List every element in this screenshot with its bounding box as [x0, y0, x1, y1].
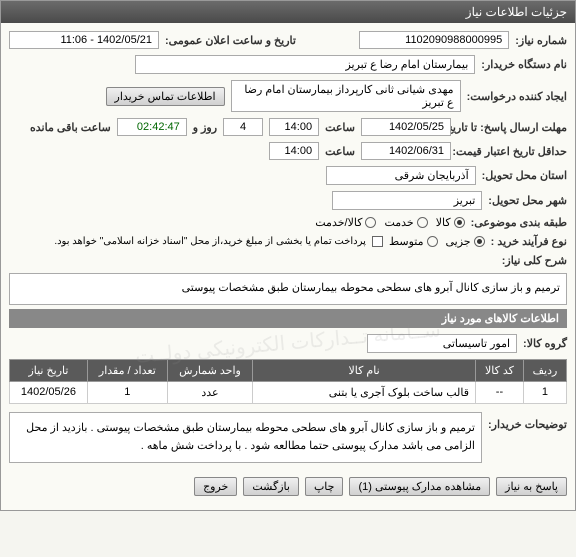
radio-dot-icon — [474, 236, 485, 247]
req-number-label: شماره نیاز: — [515, 34, 567, 47]
td-idx: 1 — [523, 381, 566, 403]
day-and-label: روز و — [193, 121, 217, 134]
td-qty: 1 — [87, 381, 167, 403]
deadline-label: مهلت ارسال پاسخ: تا تاریخ: — [457, 121, 567, 134]
th-unit: واحد شمارش — [167, 359, 252, 381]
buyer-org-field: بیمارستان امام رضا ع تبریز — [135, 55, 475, 74]
radio-partial[interactable]: جزیی — [446, 235, 485, 248]
attachments-button[interactable]: مشاهده مدارک پیوستی (1) — [349, 477, 490, 496]
validity-date-field: 1402/06/31 — [361, 142, 451, 160]
respond-button[interactable]: پاسخ به نیاز — [496, 477, 567, 496]
group-label: گروه کالا: — [523, 337, 567, 350]
items-section-header: اطلاعات کالاهای مورد نیاز — [9, 309, 567, 328]
td-name: قالب ساخت بلوک آجری یا بتنی — [253, 381, 476, 403]
req-number-field: 1102090988000995 — [359, 31, 509, 49]
general-desc-label: شرح کلی نیاز: — [502, 254, 567, 267]
th-qty: تعداد / مقدار — [87, 359, 167, 381]
th-date: تاریخ نیاز — [10, 359, 88, 381]
th-code: کد کالا — [475, 359, 523, 381]
content-area: شماره نیاز: 1102090988000995 تاریخ و ساع… — [1, 23, 575, 510]
deadline-time-field: 14:00 — [269, 118, 319, 136]
announce-field: 1402/05/21 - 11:06 — [9, 31, 159, 49]
radio-kala-khadamat-label: کالا/خدمت — [315, 216, 362, 229]
city-field: تبریز — [332, 191, 482, 210]
group-field: امور تاسیساتی — [367, 334, 517, 353]
category-radio-group: کالا خدمت کالا/خدمت — [315, 216, 464, 229]
category-label: طبقه بندی موضوعی: — [471, 216, 567, 229]
details-window: جزئیات اطلاعات نیاز شماره نیاز: 11020909… — [0, 0, 576, 511]
exit-button[interactable]: خروج — [194, 477, 237, 496]
process-label: نوع فرآیند خرید : — [491, 235, 567, 248]
city-label: شهر محل تحویل: — [488, 194, 567, 207]
validity-label: حداقل تاریخ اعتبار قیمت: تا تاریخ: — [457, 145, 567, 158]
items-table: ردیف کد کالا نام کالا واحد شمارش تعداد /… — [9, 359, 567, 404]
radio-medium-label: متوسط — [389, 235, 424, 248]
radio-partial-label: جزیی — [446, 235, 471, 248]
days-left-field: 4 — [223, 118, 263, 136]
province-label: استان محل تحویل: — [482, 169, 567, 182]
general-desc-box: ترمیم و باز سازی کانال آبرو های سطحی محو… — [9, 273, 567, 305]
contact-info-button[interactable]: اطلاعات تماس خریدار — [106, 87, 225, 106]
announce-label: تاریخ و ساعت اعلان عمومی: — [165, 34, 296, 47]
td-unit: عدد — [167, 381, 252, 403]
creator-label: ایجاد کننده درخواست: — [467, 90, 567, 103]
table-header-row: ردیف کد کالا نام کالا واحد شمارش تعداد /… — [10, 359, 567, 381]
province-field: آذربایجان شرقی — [326, 166, 476, 185]
back-button[interactable]: بازگشت — [243, 477, 299, 496]
time-left-field: 02:42:47 — [117, 118, 187, 136]
process-radio-group: جزیی متوسط — [389, 235, 485, 248]
buyer-notes-box: ترمیم و باز سازی کانال آبرو های سطحی محو… — [9, 412, 482, 463]
th-name: نام کالا — [253, 359, 476, 381]
buyer-org-label: نام دستگاه خریدار: — [481, 58, 567, 71]
print-button[interactable]: چاپ — [305, 477, 344, 496]
radio-khadamat[interactable]: خدمت — [384, 216, 427, 229]
payment-checkbox[interactable] — [372, 236, 383, 247]
radio-dot-icon — [454, 217, 465, 228]
time-left-suffix: ساعت باقی مانده — [30, 121, 111, 134]
time-label-1: ساعت — [325, 121, 355, 134]
creator-field: مهدی شیانی ثانی کارپرداز بیمارستان امام … — [231, 80, 461, 112]
radio-khadamat-label: خدمت — [384, 216, 413, 229]
radio-kala[interactable]: کالا — [436, 216, 465, 229]
radio-dot-icon — [427, 236, 438, 247]
payment-note: پرداخت تمام یا بخشی از مبلغ خرید،از محل … — [54, 236, 366, 247]
th-idx: ردیف — [523, 359, 566, 381]
radio-dot-icon — [365, 217, 376, 228]
radio-dot-icon — [417, 217, 428, 228]
radio-kala-khadamat[interactable]: کالا/خدمت — [315, 216, 376, 229]
deadline-date-field: 1402/05/25 — [361, 118, 451, 136]
td-date: 1402/05/26 — [10, 381, 88, 403]
time-label-2: ساعت — [325, 145, 355, 158]
radio-kala-label: کالا — [436, 216, 451, 229]
td-code: -- — [475, 381, 523, 403]
footer-buttons: پاسخ به نیاز مشاهده مدارک پیوستی (1) چاپ… — [9, 471, 567, 502]
window-title: جزئیات اطلاعات نیاز — [466, 5, 567, 19]
window-titlebar: جزئیات اطلاعات نیاز — [1, 1, 575, 23]
radio-medium[interactable]: متوسط — [389, 235, 438, 248]
table-row[interactable]: 1 -- قالب ساخت بلوک آجری یا بتنی عدد 1 1… — [10, 381, 567, 403]
buyer-notes-label: توضیحات خریدار: — [488, 412, 567, 431]
validity-time-field: 14:00 — [269, 142, 319, 160]
